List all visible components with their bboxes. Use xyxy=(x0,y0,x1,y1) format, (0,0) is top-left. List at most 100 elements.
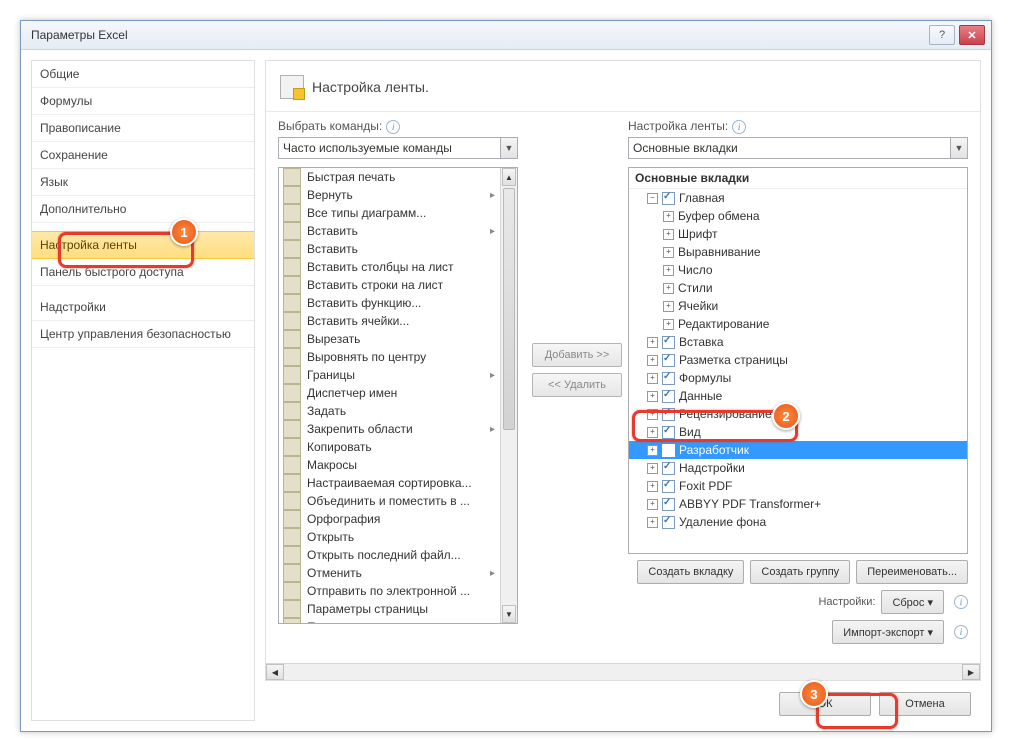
nav-item[interactable]: Настройка ленты xyxy=(32,231,254,259)
command-item[interactable]: Границы▸ xyxy=(279,366,517,384)
command-item[interactable]: Пересчет xyxy=(279,618,517,624)
nav-item[interactable]: Язык xyxy=(32,169,254,196)
command-item[interactable]: Вставить функцию... xyxy=(279,294,517,312)
tree-node[interactable]: +Стили xyxy=(629,279,967,297)
expand-icon[interactable]: + xyxy=(663,229,674,240)
checkbox[interactable] xyxy=(662,192,675,205)
expand-icon[interactable]: + xyxy=(647,517,658,528)
command-item[interactable]: Открыть последний файл... xyxy=(279,546,517,564)
command-item[interactable]: Все типы диаграмм... xyxy=(279,204,517,222)
add-button[interactable]: Добавить >> xyxy=(532,343,622,367)
checkbox[interactable] xyxy=(662,426,675,439)
command-item[interactable]: Параметры страницы xyxy=(279,600,517,618)
commands-combo[interactable]: Часто используемые команды ▼ xyxy=(278,137,518,159)
nav-item[interactable]: Дополнительно xyxy=(32,196,254,223)
command-item[interactable]: Открыть xyxy=(279,528,517,546)
command-item[interactable]: Объединить и поместить в ... xyxy=(279,492,517,510)
expand-icon[interactable]: + xyxy=(647,373,658,384)
tree-node[interactable]: +Рецензирование xyxy=(629,405,967,423)
expand-icon[interactable]: + xyxy=(647,355,658,366)
expand-icon[interactable]: + xyxy=(663,247,674,258)
ribbon-combo[interactable]: Основные вкладки ▼ xyxy=(628,137,968,159)
command-item[interactable]: Настраиваемая сортировка... xyxy=(279,474,517,492)
command-item[interactable]: Макросы xyxy=(279,456,517,474)
tree-node[interactable]: +Выравнивание xyxy=(629,243,967,261)
checkbox[interactable] xyxy=(662,480,675,493)
tree-node[interactable]: +Данные xyxy=(629,387,967,405)
info-icon[interactable]: i xyxy=(954,595,968,609)
command-item[interactable]: Отправить по электронной ... xyxy=(279,582,517,600)
command-item[interactable]: Вставить строки на лист xyxy=(279,276,517,294)
tree-node[interactable]: +Foxit PDF xyxy=(629,477,967,495)
checkbox[interactable] xyxy=(662,354,675,367)
scrollbar[interactable]: ▲ ▼ xyxy=(500,168,517,623)
command-item[interactable]: Вставить▸ xyxy=(279,222,517,240)
command-item[interactable]: Вставить ячейки... xyxy=(279,312,517,330)
tree-node[interactable]: +Редактирование xyxy=(629,315,967,333)
tree-node[interactable]: +Надстройки xyxy=(629,459,967,477)
scroll-left[interactable]: ◀ xyxy=(266,664,284,680)
tree-node[interactable]: −Главная xyxy=(629,189,967,207)
command-item[interactable]: Вставить столбцы на лист xyxy=(279,258,517,276)
close-button[interactable]: ✕ xyxy=(959,25,985,45)
commands-listbox[interactable]: ▲ ▼ Быстрая печатьВернуть▸Все типы диагр… xyxy=(278,167,518,624)
tree-node[interactable]: +Вид xyxy=(629,423,967,441)
ok-button[interactable]: ОК xyxy=(779,692,871,716)
help-button[interactable]: ? xyxy=(929,25,955,45)
tree-node[interactable]: +Ячейки xyxy=(629,297,967,315)
info-icon[interactable]: i xyxy=(954,625,968,639)
expand-icon[interactable]: + xyxy=(647,481,658,492)
command-item[interactable]: Выровнять по центру xyxy=(279,348,517,366)
checkbox[interactable] xyxy=(662,336,675,349)
tree-node[interactable]: +Буфер обмена xyxy=(629,207,967,225)
tree-node[interactable]: +Удаление фона xyxy=(629,513,967,531)
horizontal-scrollbar[interactable]: ◀ ▶ xyxy=(266,663,980,680)
command-item[interactable]: Вырезать xyxy=(279,330,517,348)
nav-item[interactable]: Правописание xyxy=(32,115,254,142)
tree-node[interactable]: +ABBYY PDF Transformer+ xyxy=(629,495,967,513)
tree-node[interactable]: +Шрифт xyxy=(629,225,967,243)
checkbox[interactable] xyxy=(662,372,675,385)
command-item[interactable]: Вставить xyxy=(279,240,517,258)
command-item[interactable]: Диспетчер имен xyxy=(279,384,517,402)
expand-icon[interactable]: + xyxy=(647,445,658,456)
tree-node[interactable]: +Разработчик xyxy=(629,441,967,459)
nav-item[interactable]: Формулы xyxy=(32,88,254,115)
command-item[interactable]: Орфография xyxy=(279,510,517,528)
expand-icon[interactable]: + xyxy=(647,391,658,402)
new-group-button[interactable]: Создать группу xyxy=(750,560,850,584)
expand-icon[interactable]: + xyxy=(663,265,674,276)
checkbox[interactable] xyxy=(662,390,675,403)
ribbon-tree[interactable]: Основные вкладки −Главная+Буфер обмена+Ш… xyxy=(628,167,968,554)
cancel-button[interactable]: Отмена xyxy=(879,692,971,716)
nav-item[interactable]: Общие xyxy=(32,61,254,88)
new-tab-button[interactable]: Создать вкладку xyxy=(637,560,744,584)
checkbox[interactable] xyxy=(662,462,675,475)
nav-item[interactable]: Сохранение xyxy=(32,142,254,169)
command-item[interactable]: Отменить▸ xyxy=(279,564,517,582)
tree-node[interactable]: +Вставка xyxy=(629,333,967,351)
scroll-right[interactable]: ▶ xyxy=(962,664,980,680)
command-item[interactable]: Закрепить области▸ xyxy=(279,420,517,438)
checkbox[interactable] xyxy=(662,408,675,421)
reset-button[interactable]: Сброс ▾ xyxy=(881,590,944,614)
import-export-button[interactable]: Импорт-экспорт ▾ xyxy=(832,620,944,644)
expand-icon[interactable]: + xyxy=(663,211,674,222)
info-icon[interactable]: i xyxy=(386,120,400,134)
checkbox[interactable] xyxy=(662,444,675,457)
expand-icon[interactable]: + xyxy=(663,301,674,312)
expand-icon[interactable]: + xyxy=(663,319,674,330)
checkbox[interactable] xyxy=(662,516,675,529)
expand-icon[interactable]: + xyxy=(647,499,658,510)
tree-node[interactable]: +Число xyxy=(629,261,967,279)
expand-icon[interactable]: + xyxy=(647,409,658,420)
rename-button[interactable]: Переименовать... xyxy=(856,560,968,584)
expand-icon[interactable]: + xyxy=(647,337,658,348)
command-item[interactable]: Быстрая печать xyxy=(279,168,517,186)
info-icon[interactable]: i xyxy=(732,120,746,134)
command-item[interactable]: Задать xyxy=(279,402,517,420)
remove-button[interactable]: << Удалить xyxy=(532,373,622,397)
tree-node[interactable]: +Формулы xyxy=(629,369,967,387)
expand-icon[interactable]: + xyxy=(647,427,658,438)
scroll-thumb[interactable] xyxy=(503,188,515,430)
